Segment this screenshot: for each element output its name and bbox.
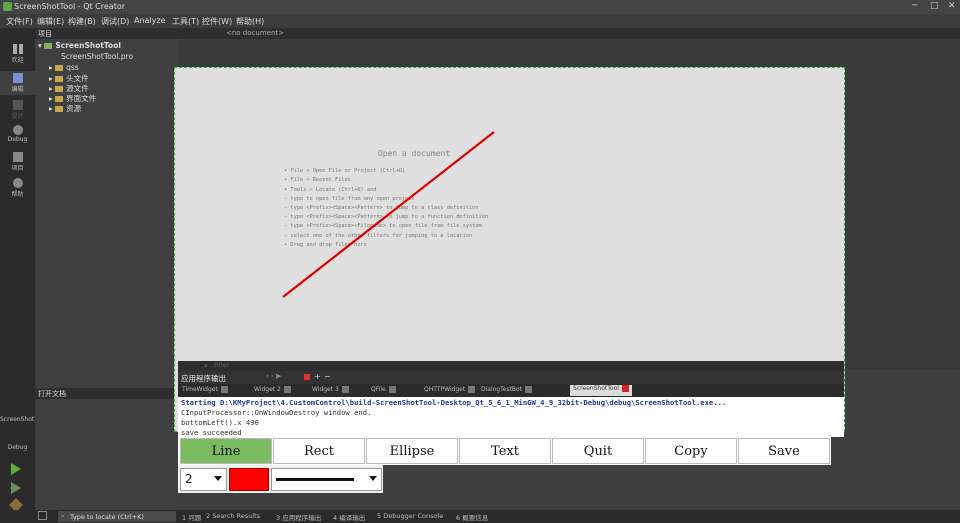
locator-input[interactable]: ⌕ Type to locate (Ctrl+K) xyxy=(58,511,176,522)
copy-button[interactable]: Copy xyxy=(645,438,737,464)
status-search-results[interactable]: 2 Search Results xyxy=(206,512,260,520)
close-icon[interactable] xyxy=(525,386,533,393)
solid-line-icon xyxy=(276,478,354,481)
search-icon: ⌕ xyxy=(204,362,208,370)
output-line: bottomLeft().x 490 xyxy=(181,418,259,427)
search-icon: ⌕ xyxy=(61,512,65,520)
status-issues[interactable]: 1 问题 xyxy=(182,512,201,522)
chevron-down-icon xyxy=(214,476,222,481)
pen-style-select[interactable] xyxy=(271,468,382,491)
find-bar: ⌕ Filter xyxy=(178,361,844,371)
locator-placeholder: Type to locate (Ctrl+K) xyxy=(70,513,144,521)
output-tab[interactable]: Widget 2 xyxy=(254,386,291,396)
status-compile-output[interactable]: 4 编译输出 xyxy=(333,512,365,522)
zoom-out-icon[interactable]: − xyxy=(324,372,331,381)
drawn-line xyxy=(282,131,495,298)
output-line: save succeeded xyxy=(181,428,242,437)
zoom-in-icon[interactable]: + xyxy=(314,372,321,381)
output-header: 应用程序输出 ‹ › ▶ + − xyxy=(178,371,844,384)
nav-arrows-icon[interactable]: ‹ › ▶ xyxy=(266,372,281,380)
close-icon[interactable] xyxy=(341,386,349,393)
line-button[interactable]: Line xyxy=(180,438,272,464)
close-icon[interactable] xyxy=(468,386,476,393)
find-input[interactable]: Filter xyxy=(214,362,229,369)
close-icon[interactable] xyxy=(220,386,228,393)
sidebar-toggle-icon[interactable] xyxy=(38,511,47,520)
output-header-title: 应用程序输出 xyxy=(181,374,226,383)
rect-button[interactable]: Rect xyxy=(273,438,365,464)
output-tab[interactable]: TimeWidget xyxy=(182,386,228,396)
chevron-down-icon xyxy=(369,476,377,481)
shape-toolbar: Line Rect Ellipse Text Quit Copy Save xyxy=(178,437,831,465)
output-tab[interactable]: Widget 3 xyxy=(312,386,349,396)
status-general-messages[interactable]: 6 概要信息 xyxy=(456,512,488,522)
close-icon[interactable] xyxy=(388,386,396,393)
application-output: Starting D:\KMyProject\4.CustomControl\b… xyxy=(178,397,844,437)
output-tab-active[interactable]: ScreenShotTool xyxy=(570,385,632,396)
close-icon[interactable] xyxy=(283,386,291,393)
output-tabs: TimeWidget Widget 2 Widget 3 QFile QHTTP… xyxy=(178,384,844,397)
stop-icon[interactable] xyxy=(304,374,310,380)
close-icon[interactable] xyxy=(621,385,629,392)
pen-size-value: 2 xyxy=(185,472,193,486)
output-tab[interactable]: QHTTPWidget xyxy=(424,386,476,396)
text-button[interactable]: Text xyxy=(459,438,551,464)
pen-color-button[interactable] xyxy=(229,468,269,491)
quit-button[interactable]: Quit xyxy=(552,438,644,464)
output-line: Starting D:\KMyProject\4.CustomControl\b… xyxy=(181,398,727,407)
save-button[interactable]: Save xyxy=(738,438,830,464)
status-app-output[interactable]: 3 应用程序输出 xyxy=(276,512,321,522)
status-debugger-console[interactable]: 5 Debugger Console xyxy=(377,512,443,520)
output-tab[interactable]: DialogTestBot xyxy=(481,386,533,396)
ellipse-button[interactable]: Ellipse xyxy=(366,438,458,464)
pen-size-select[interactable]: 2 xyxy=(180,468,227,491)
output-line: CInputProcessor::OnWindowDestroy window … xyxy=(181,408,372,417)
output-tab[interactable]: QFile xyxy=(371,386,396,396)
